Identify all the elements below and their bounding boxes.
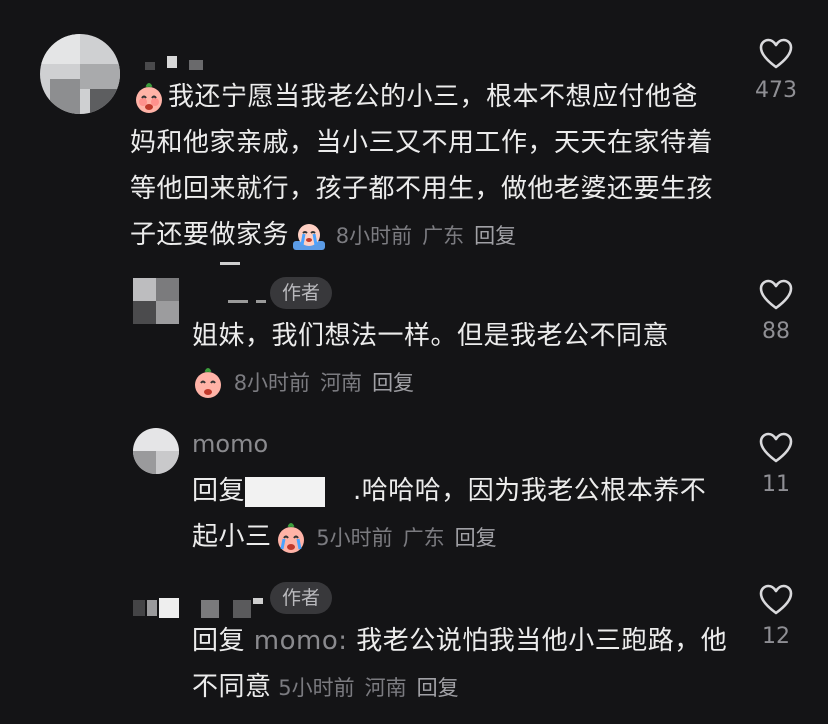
comment-meta: 8小时前 广东 回复 [329,224,526,248]
like-count: 473 [755,78,797,103]
pixelated-avatar-icon [40,34,120,114]
username[interactable]: momo [192,430,268,458]
author-badge: 作者 [270,582,333,614]
reply-button[interactable]: 回复 [372,371,414,395]
like-button[interactable]: 473 [746,38,806,103]
reply-button[interactable]: 回复 [417,676,459,700]
reply-button[interactable]: 回复 [455,526,497,550]
redacted-username [220,262,266,303]
crying-face-emoji-icon [136,82,162,113]
like-button[interactable]: 88 [746,279,806,344]
location: 广东 [422,224,465,248]
heart-outline-icon [759,584,793,615]
heart-outline-icon [759,38,793,69]
reply-prefix: 回复 [192,626,246,656]
avatar[interactable] [40,34,120,114]
pixelated-avatar-icon [133,428,179,474]
location: 广东 [402,526,445,550]
comment-1: 我还宁愿当我老公的小三，根本不想应付他爸妈和他家亲戚，当小三又不用工作，天天在家… [0,0,828,260]
timestamp: 8小时前 [335,224,413,248]
comment-meta: 8小时前 河南 回复 [227,371,424,395]
redacted-mention [245,476,326,507]
comment-meta: 5小时前 广东 回复 [310,526,507,550]
crying-face-emoji-icon [293,223,326,250]
redacted-username [145,56,203,70]
location: 河南 [320,371,363,395]
reply-button[interactable]: 回复 [474,224,516,248]
like-count: 88 [762,319,790,344]
like-count: 11 [762,472,790,497]
author-badge: 作者 [270,277,333,309]
crying-face-emoji-icon [277,522,304,553]
heart-outline-icon [759,432,793,463]
comment-text: 回复 .哈哈哈，因为我老公根本养不起小三 5小时前 广东 回复 [192,468,732,561]
avatar[interactable] [133,278,179,324]
comment-4: 作者 回复 momo: 我老公说怕我当他小三跑路，他不同意 5小时前 河南 回复 1… [0,570,828,724]
mention-username[interactable]: momo: [254,626,348,656]
heart-outline-icon [759,279,793,310]
comment-text: 姐妹，我们想法一样。但是我老公不同意 8小时前 河南 回复 [192,313,732,406]
timestamp: 5小时前 [278,676,355,700]
crying-face-emoji-icon [195,367,221,398]
timestamp: 5小时前 [316,526,393,550]
like-button[interactable]: 12 [746,584,806,649]
like-button[interactable]: 11 [746,432,806,497]
comment-body: 姐妹，我们想法一样。但是我老公不同意 [192,321,670,351]
pixelated-avatar-icon [133,598,263,618]
timestamp: 8小时前 [233,371,311,395]
pixelated-avatar-icon [133,278,179,324]
reply-prefix: 回复 [192,476,246,506]
avatar[interactable] [133,428,179,474]
comment-3: momo 回复 .哈哈哈，因为我老公根本养不起小三 5小时前 广东 回复 11 [0,410,828,570]
location: 河南 [364,676,407,700]
comment-text: 回复 momo: 我老公说怕我当他小三跑路，他不同意 5小时前 河南 回复 [192,618,732,711]
comment-2: 作者 姐妹，我们想法一样。但是我老公不同意 8小时前 河南 回复 88 [0,250,828,410]
like-count: 12 [762,624,790,649]
comment-text: 我还宁愿当我老公的小三，根本不想应付他爸妈和他家亲戚，当小三又不用工作，天天在家… [130,74,720,259]
comment-meta: 5小时前 河南 回复 [272,676,469,700]
